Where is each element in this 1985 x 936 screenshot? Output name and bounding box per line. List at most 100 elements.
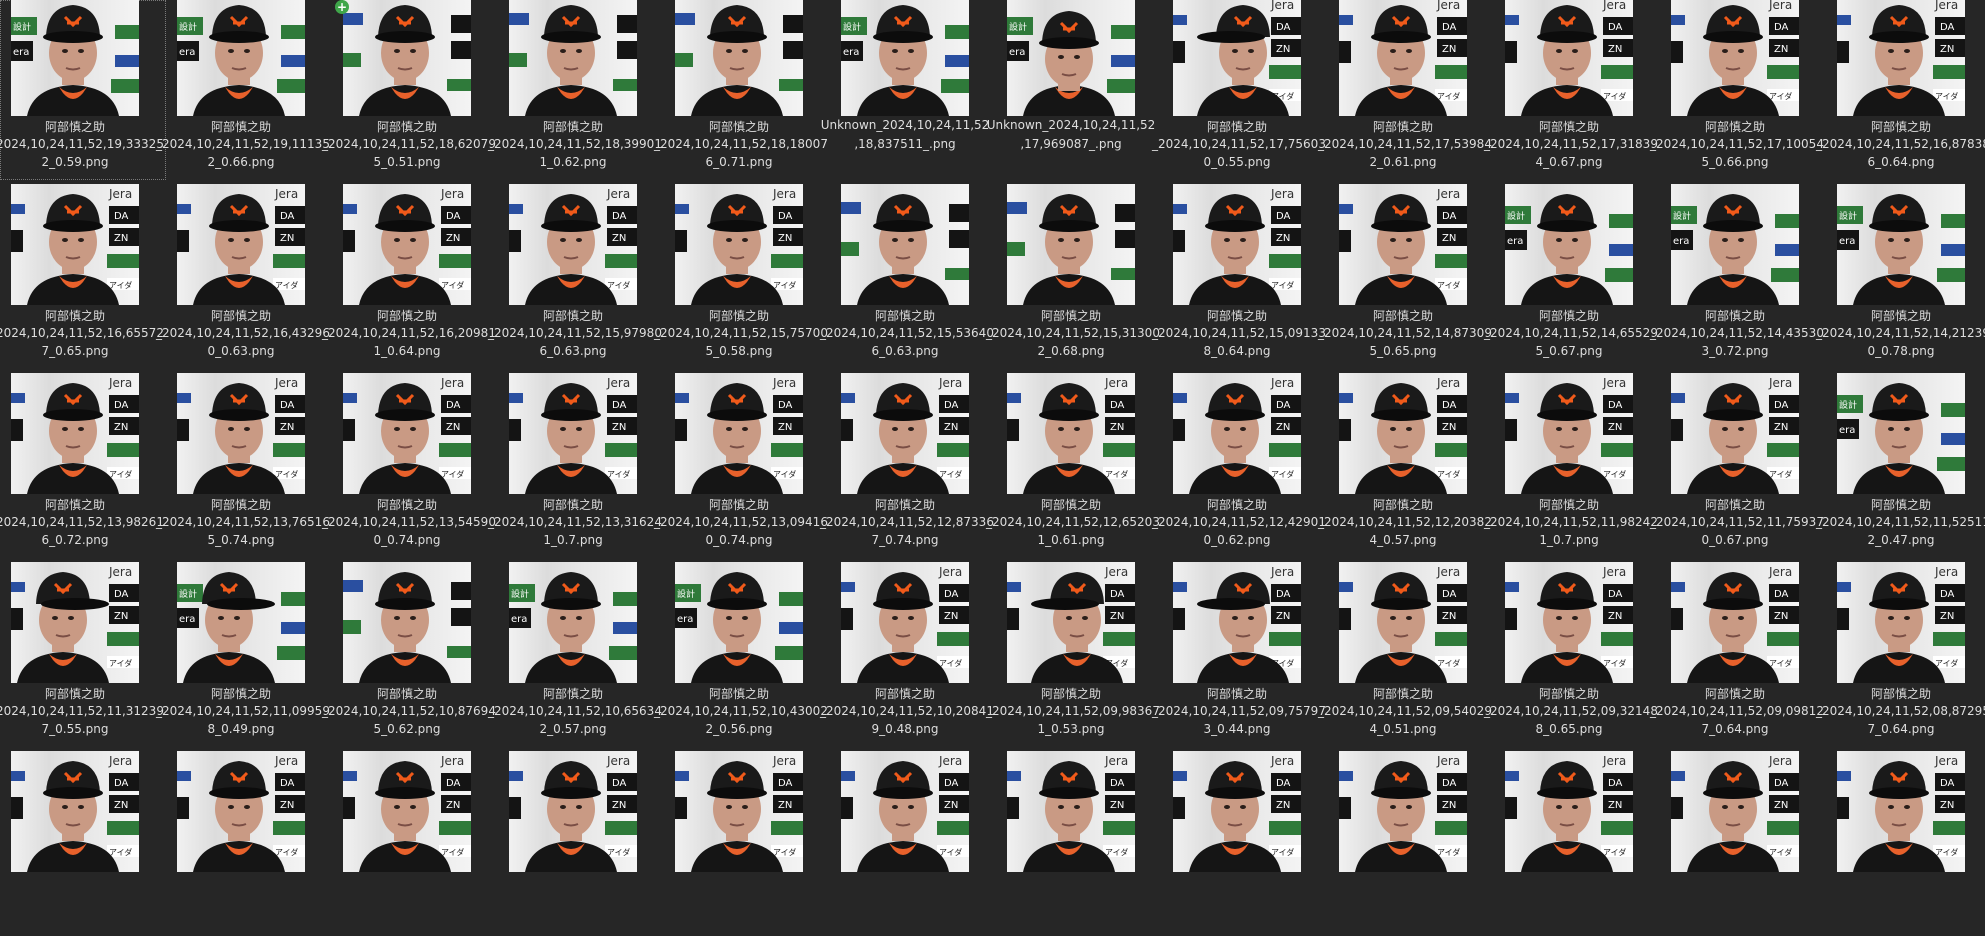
image-thumbnail[interactable]: 設計 era: [1671, 184, 1799, 305]
file-item[interactable]: 設計 era 阿部慎之助 _2024,10,24,11,52,10,43002 2_…: [654, 562, 830, 747]
image-thumbnail[interactable]: [509, 0, 637, 116]
image-thumbnail[interactable]: DA ZN Jera アイダ: [1339, 751, 1467, 872]
file-item[interactable]: DA ZN Jera アイダ 阿部慎之助 _2024,10,24,11,52,11…: [0, 562, 166, 747]
file-item[interactable]: DA ZN Jera アイダ: [1162, 751, 1328, 936]
image-thumbnail[interactable]: DA ZN Jera アイダ: [1173, 562, 1301, 683]
file-item[interactable]: 設計 era 阿部慎之助 _2024,10,24,11,52,19,33325 2_…: [0, 0, 166, 180]
image-thumbnail[interactable]: DA ZN Jera アイダ: [177, 184, 305, 305]
file-item[interactable]: 設計 era 阿部慎之助 _2024,10,24,11,52,14,21239 0_…: [1816, 184, 1985, 369]
image-thumbnail[interactable]: DA ZN Jera アイダ: [675, 184, 803, 305]
image-thumbnail[interactable]: DA ZN Jera アイダ: [1173, 0, 1301, 116]
file-item[interactable]: DA ZN Jera アイダ: [498, 751, 664, 936]
file-item[interactable]: 設計 era 阿部慎之助 _2024,10,24,11,52,10,65634 2_…: [488, 562, 664, 747]
file-item[interactable]: DA ZN Jera アイダ: [664, 751, 830, 936]
image-thumbnail[interactable]: DA ZN Jera アイダ: [11, 184, 139, 305]
image-thumbnail[interactable]: DA ZN Jera アイダ: [1339, 184, 1467, 305]
image-thumbnail[interactable]: DA ZN Jera アイダ: [1671, 0, 1799, 116]
file-item[interactable]: DA ZN Jera アイダ: [1660, 751, 1826, 936]
image-thumbnail[interactable]: DA ZN Jera アイダ: [1339, 562, 1467, 683]
image-thumbnail[interactable]: DA ZN Jera アイダ: [509, 184, 637, 305]
file-item[interactable]: DA ZN Jera アイダ 阿部慎之助 _2024,10,24,11,52,16…: [322, 184, 498, 369]
image-thumbnail[interactable]: 設計 era: [1505, 184, 1633, 305]
image-thumbnail[interactable]: DA ZN Jera アイダ: [1837, 0, 1965, 116]
file-item[interactable]: 設計 era 阿部慎之助 _2024,10,24,11,52,11,09959 8_…: [156, 562, 332, 747]
image-thumbnail[interactable]: DA ZN Jera アイダ: [1671, 373, 1799, 494]
file-item[interactable]: DA ZN Jera アイダ 阿部慎之助 _2024,10,24,11,52,13…: [0, 373, 166, 558]
image-thumbnail[interactable]: [343, 0, 471, 116]
image-thumbnail[interactable]: DA ZN Jera アイダ: [1505, 0, 1633, 116]
file-item[interactable]: DA ZN Jera アイダ: [0, 751, 166, 936]
image-thumbnail[interactable]: DA ZN Jera アイダ: [1505, 562, 1633, 683]
file-item[interactable]: DA ZN Jera アイダ: [332, 751, 498, 936]
file-item[interactable]: 阿部慎之助 _2024,10,24,11,52,18,62079 5_0.51.pn…: [322, 0, 498, 180]
file-item[interactable]: 設計 era Unknown_2024,10,24,11,52 ,17,96908…: [987, 0, 1162, 180]
file-item[interactable]: DA ZN Jera アイダ: [996, 751, 1162, 936]
image-thumbnail[interactable]: 設計 era: [841, 0, 969, 116]
file-item[interactable]: DA ZN Jera アイダ 阿部慎之助 _2024,10,24,11,52,15…: [1152, 184, 1328, 369]
image-thumbnail[interactable]: DA ZN Jera アイダ: [841, 751, 969, 872]
image-thumbnail[interactable]: DA ZN Jera アイダ: [1339, 373, 1467, 494]
image-thumbnail[interactable]: DA ZN Jera アイダ: [1837, 562, 1965, 683]
image-thumbnail[interactable]: DA ZN Jera アイダ: [1173, 373, 1301, 494]
image-thumbnail[interactable]: DA ZN Jera アイダ: [1505, 373, 1633, 494]
file-item[interactable]: 設計 era 阿部慎之助 _2024,10,24,11,52,11,52511 2_…: [1816, 373, 1985, 558]
file-item[interactable]: DA ZN Jera アイダ: [1328, 751, 1494, 936]
file-item[interactable]: DA ZN Jera アイダ 阿部慎之助 _2024,10,24,11,52,13…: [322, 373, 498, 558]
file-item[interactable]: DA ZN Jera アイダ 阿部慎之助 _2024,10,24,11,52,13…: [156, 373, 332, 558]
image-thumbnail[interactable]: 設計 era: [675, 562, 803, 683]
image-thumbnail[interactable]: DA ZN Jera アイダ: [11, 751, 139, 872]
image-thumbnail[interactable]: DA ZN Jera アイダ: [343, 373, 471, 494]
file-item[interactable]: 阿部慎之助 _2024,10,24,11,52,18,39901 1_0.62.pn…: [488, 0, 664, 180]
image-thumbnail[interactable]: DA ZN Jera アイダ: [343, 751, 471, 872]
image-thumbnail[interactable]: DA ZN Jera アイダ: [675, 373, 803, 494]
image-thumbnail[interactable]: DA ZN Jera アイダ: [1837, 751, 1965, 872]
image-thumbnail[interactable]: DA ZN Jera アイダ: [841, 373, 969, 494]
file-item[interactable]: 設計 era 阿部慎之助 _2024,10,24,11,52,19,11135 2_…: [156, 0, 332, 180]
image-thumbnail[interactable]: DA ZN Jera アイダ: [509, 751, 637, 872]
file-item[interactable]: DA ZN Jera アイダ 阿部慎之助 _2024,10,24,11,52,12…: [1318, 373, 1494, 558]
file-item[interactable]: 阿部慎之助 _2024,10,24,11,52,10,87694 5_0.62.pn…: [322, 562, 498, 747]
file-item[interactable]: DA ZN Jera アイダ 阿部慎之助 _2024,10,24,11,52,11…: [1650, 373, 1826, 558]
file-item[interactable]: DA ZN Jera アイダ 阿部慎之助 _2024,10,24,11,52,17…: [1152, 0, 1328, 180]
file-item[interactable]: DA ZN Jera アイダ: [1494, 751, 1660, 936]
image-thumbnail[interactable]: 設計 era: [177, 562, 305, 683]
image-thumbnail[interactable]: 設計 era: [509, 562, 637, 683]
image-thumbnail[interactable]: DA ZN Jera アイダ: [509, 373, 637, 494]
image-thumbnail[interactable]: DA ZN Jera アイダ: [1007, 751, 1135, 872]
file-item[interactable]: DA ZN Jera アイダ 阿部慎之助 _2024,10,24,11,52,10…: [820, 562, 996, 747]
image-thumbnail[interactable]: [675, 0, 803, 116]
image-thumbnail[interactable]: DA ZN Jera アイダ: [841, 562, 969, 683]
file-item[interactable]: DA ZN Jera アイダ 阿部慎之助 _2024,10,24,11,52,09…: [1650, 562, 1826, 747]
file-item[interactable]: DA ZN Jera アイダ 阿部慎之助 _2024,10,24,11,52,16…: [0, 184, 166, 369]
image-thumbnail[interactable]: DA ZN Jera アイダ: [1671, 562, 1799, 683]
image-thumbnail[interactable]: DA ZN Jera アイダ: [1505, 751, 1633, 872]
file-item[interactable]: DA ZN Jera アイダ: [166, 751, 332, 936]
image-thumbnail[interactable]: 設計 era: [11, 0, 139, 116]
file-item[interactable]: DA ZN Jera アイダ 阿部慎之助 _2024,10,24,11,52,15…: [654, 184, 830, 369]
file-item[interactable]: DA ZN Jera アイダ 阿部慎之助 _2024,10,24,11,52,16…: [156, 184, 332, 369]
image-thumbnail[interactable]: DA ZN Jera アイダ: [11, 373, 139, 494]
image-thumbnail[interactable]: DA ZN Jera アイダ: [675, 751, 803, 872]
image-thumbnail[interactable]: 設計 era: [1007, 0, 1135, 116]
image-thumbnail[interactable]: DA ZN Jera アイダ: [1173, 184, 1301, 305]
image-thumbnail[interactable]: DA ZN Jera アイダ: [177, 373, 305, 494]
file-item[interactable]: DA ZN Jera アイダ 阿部慎之助 _2024,10,24,11,52,17…: [1650, 0, 1826, 180]
file-item[interactable]: DA ZN Jera アイダ 阿部慎之助 _2024,10,24,11,52,09…: [1152, 562, 1328, 747]
file-item[interactable]: DA ZN Jera アイダ 阿部慎之助 _2024,10,24,11,52,15…: [488, 184, 664, 369]
file-item[interactable]: DA ZN Jera アイダ 阿部慎之助 _2024,10,24,11,52,13…: [488, 373, 664, 558]
file-item[interactable]: DA ZN Jera アイダ 阿部慎之助 _2024,10,24,11,52,17…: [1484, 0, 1660, 180]
image-thumbnail[interactable]: 設計 era: [1837, 373, 1965, 494]
image-thumbnail[interactable]: DA ZN Jera アイダ: [343, 184, 471, 305]
image-thumbnail[interactable]: DA ZN Jera アイダ: [1339, 0, 1467, 116]
file-item[interactable]: 阿部慎之助 _2024,10,24,11,52,18,18007 6_0.71.pn…: [654, 0, 830, 180]
file-item[interactable]: DA ZN Jera アイダ 阿部慎之助 _2024,10,24,11,52,09…: [1484, 562, 1660, 747]
file-item[interactable]: DA ZN Jera アイダ 阿部慎之助 _2024,10,24,11,52,14…: [1318, 184, 1494, 369]
file-item[interactable]: 設計 era Unknown_2024,10,24,11,52 ,18,83751…: [821, 0, 996, 180]
image-thumbnail[interactable]: [841, 184, 969, 305]
file-item[interactable]: DA ZN Jera アイダ 阿部慎之助 _2024,10,24,11,52,12…: [1152, 373, 1328, 558]
file-item[interactable]: DA ZN Jera アイダ 阿部慎之助 _2024,10,24,11,52,17…: [1318, 0, 1494, 180]
file-item[interactable]: 阿部慎之助 _2024,10,24,11,52,15,53640 6_0.63.pn…: [820, 184, 996, 369]
file-item[interactable]: DA ZN Jera アイダ 阿部慎之助 _2024,10,24,11,52,08…: [1816, 562, 1985, 747]
file-item[interactable]: DA ZN Jera アイダ 阿部慎之助 _2024,10,24,11,52,11…: [1484, 373, 1660, 558]
file-item[interactable]: DA ZN Jera アイダ 阿部慎之助 _2024,10,24,11,52,09…: [1318, 562, 1494, 747]
